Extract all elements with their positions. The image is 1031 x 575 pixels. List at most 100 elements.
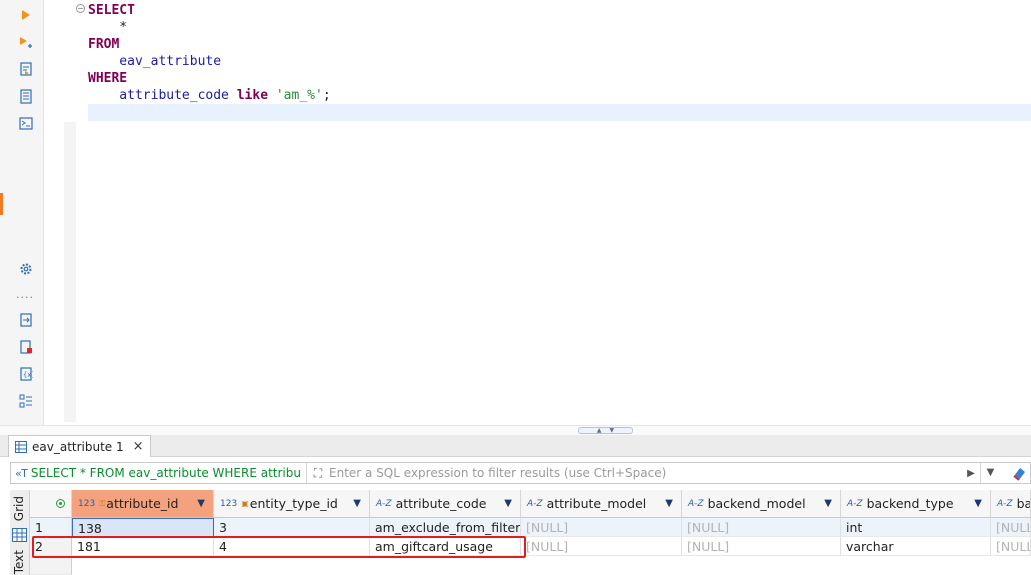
splitter-handle[interactable]: ▲ ▼ (578, 427, 633, 434)
editor-gutter (64, 122, 76, 422)
number-type-icon: 123 (78, 498, 96, 509)
number-type-icon: 123 (220, 498, 238, 509)
outline-icon[interactable] (17, 392, 35, 410)
chevron-down-icon[interactable]: ▼ (353, 498, 361, 509)
column-header-backend[interactable]: A-Z backe (991, 490, 1031, 518)
results-filter-bar: «T SELECT * FROM eav_attribute WHERE att… (10, 462, 1031, 484)
error-file-icon[interactable] (17, 338, 35, 356)
sql-keyword: WHERE (88, 71, 128, 86)
string-type-icon: A-Z (688, 498, 704, 509)
string-type-icon: A-Z (997, 498, 1013, 509)
select-all-icon[interactable] (56, 499, 65, 508)
table-cell[interactable]: int (841, 518, 991, 537)
export-icon[interactable] (17, 311, 35, 329)
column-header-backend-type[interactable]: A-Z backend_type ▼ (841, 490, 991, 518)
sql-column-name: attribute_code (88, 88, 237, 103)
table-cell[interactable]: am_exclude_from_filter (370, 518, 521, 537)
column-label: attribute_model (546, 496, 647, 511)
results-grid: 123 ⚿ attribute_id ▼ 123 ▣ entity_type_id … (30, 490, 1031, 575)
code-line-4: eav_attribute (88, 53, 221, 70)
table-cell[interactable]: [NULL] (991, 518, 1031, 537)
settings-icon[interactable] (17, 260, 35, 278)
string-type-icon: A-Z (376, 498, 392, 509)
run-icon[interactable] (17, 6, 35, 24)
sql-keyword: like (236, 88, 269, 103)
table-cell[interactable]: [NULL] (521, 518, 682, 537)
table-cell[interactable]: [NULL] (682, 518, 841, 537)
column-header-entity-type-id[interactable]: 123 ▣ entity_type_id ▼ (214, 490, 370, 518)
row-number-empty (30, 556, 72, 575)
column-label: attribute_code (395, 496, 487, 511)
row-number[interactable]: 1 (30, 518, 72, 537)
column-header-attribute-id[interactable]: 123 ⚿ attribute_id ▼ (72, 490, 214, 518)
toolbar-separator: .... (16, 288, 34, 301)
sql-table-name: eav_attribute (88, 54, 222, 69)
apply-filter-icon[interactable]: ▶ (962, 468, 980, 479)
sql-keyword: SELECT (88, 3, 135, 18)
filter-input[interactable] (329, 463, 962, 483)
string-type-icon: A-Z (527, 498, 543, 509)
code-line-3: FROM (88, 36, 119, 53)
sql-keyword: FROM (88, 37, 120, 52)
table-cell[interactable]: varchar (841, 537, 991, 556)
code-line-1: SELECT (88, 2, 135, 19)
column-header-attribute-model[interactable]: A-Z attribute_model ▼ (521, 490, 682, 518)
variables-icon[interactable]: {x} (17, 365, 35, 383)
close-icon[interactable]: × (133, 439, 144, 454)
table-cell[interactable]: 138 (72, 518, 214, 537)
table-cell[interactable]: 3 (214, 518, 370, 537)
results-tab[interactable]: eav_attribute 1 × (8, 435, 151, 457)
foreign-key-icon: ▣ (241, 499, 249, 508)
column-label: backend_type (866, 496, 954, 511)
current-line-highlight (88, 104, 1031, 121)
script-icon[interactable] (17, 87, 35, 105)
code-line-2: * (88, 19, 127, 36)
query-text-box[interactable]: «T SELECT * FROM eav_attribute WHERE att… (11, 463, 307, 483)
filter-eraser-icon[interactable] (1011, 465, 1027, 481)
sql-space (268, 88, 276, 103)
row-highlight-annotation (32, 536, 526, 558)
grid-icon[interactable] (12, 528, 27, 542)
table-cell[interactable]: [NULL] (682, 537, 841, 556)
column-header-attribute-code[interactable]: A-Z attribute_code ▼ (370, 490, 521, 518)
column-label: backe (1016, 496, 1031, 511)
editor-side-toolbar: .... {x} (0, 0, 44, 430)
primary-key-icon: ⚿ (99, 498, 106, 508)
query-text: SELECT * FROM eav_attribute WHERE attrib… (30, 466, 301, 480)
sql-string-literal: 'am_%' (275, 88, 323, 103)
column-label: entity_type_id (249, 496, 338, 511)
code-line-6: attribute_code like 'am_%'; (88, 87, 331, 104)
explain-plan-icon[interactable] (17, 60, 35, 78)
chevron-down-icon[interactable]: ▼ (197, 498, 205, 509)
chevron-down-icon[interactable]: ▼ (974, 498, 982, 509)
view-mode-tabs: Grid Text (10, 490, 30, 575)
console-icon[interactable] (17, 114, 35, 132)
table-icon (15, 440, 27, 453)
sql-semicolon: ; (322, 88, 331, 103)
tab-text[interactable]: Text (12, 550, 26, 574)
sql-editor[interactable]: SELECT * FROM eav_attribute WHERE attrib… (88, 0, 1031, 425)
table-cell[interactable]: [NULL] (991, 537, 1031, 556)
chevron-down-icon[interactable]: ▼ (504, 498, 512, 509)
run-new-tab-icon[interactable] (17, 34, 35, 52)
results-tab-bar: eav_attribute 1 × (0, 435, 1031, 457)
string-type-icon: A-Z (847, 498, 863, 509)
query-icon: «T (15, 466, 28, 480)
column-label: backend_model (707, 496, 806, 511)
column-header-backend-model[interactable]: A-Z backend_model ▼ (682, 490, 841, 518)
active-editor-marker (0, 193, 3, 215)
tab-grid[interactable]: Grid (12, 496, 26, 521)
editor-results-splitter[interactable]: ▲ ▼ (0, 425, 1031, 435)
chevron-down-icon[interactable]: ▼ (665, 498, 673, 509)
svg-text:{x}: {x} (23, 371, 33, 379)
filter-history-dropdown[interactable]: ▼ (980, 463, 1000, 483)
results-tab-label: eav_attribute 1 (32, 439, 124, 454)
collapse-down-icon[interactable]: ▼ (610, 427, 615, 434)
collapse-up-icon[interactable]: ▲ (597, 427, 602, 434)
chevron-down-icon[interactable]: ▼ (824, 498, 832, 509)
sql-asterisk: * (88, 20, 128, 35)
row-number-header[interactable] (30, 490, 72, 518)
table-cell[interactable]: [NULL] (521, 537, 682, 556)
expand-icon[interactable]: ⛶ (307, 466, 329, 481)
fold-toggle-icon[interactable]: − (76, 4, 85, 13)
